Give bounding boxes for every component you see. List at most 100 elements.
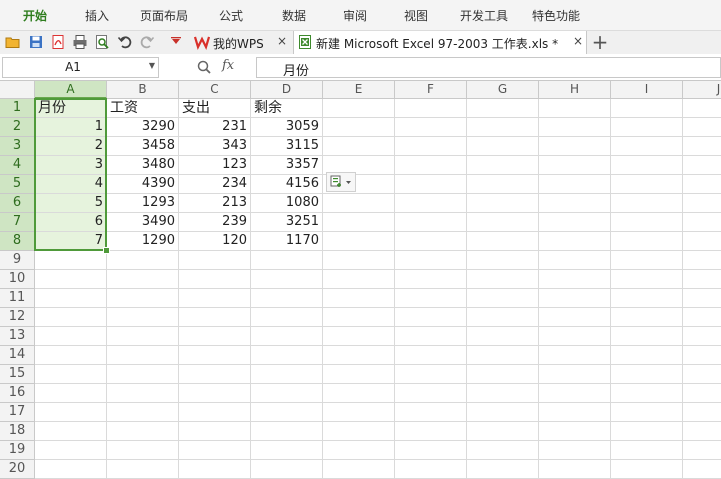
add-tab-button[interactable]: + xyxy=(590,31,610,54)
cell-i13[interactable] xyxy=(611,327,683,346)
cell-f16[interactable] xyxy=(395,384,467,403)
menu-home[interactable]: 开始 xyxy=(23,7,47,24)
cell-g12[interactable] xyxy=(467,308,539,327)
cell-i12[interactable] xyxy=(611,308,683,327)
row-header-2[interactable]: 2 xyxy=(0,118,35,137)
cell-d2[interactable]: 3059 xyxy=(251,118,323,137)
cell-e12[interactable] xyxy=(323,308,395,327)
cell-d18[interactable] xyxy=(251,422,323,441)
cell-i7[interactable] xyxy=(611,213,683,232)
cell-b15[interactable] xyxy=(107,365,179,384)
column-header-j[interactable]: J xyxy=(683,81,721,99)
cell-j4[interactable] xyxy=(683,156,721,175)
cell-g11[interactable] xyxy=(467,289,539,308)
cell-g9[interactable] xyxy=(467,251,539,270)
cell-f4[interactable] xyxy=(395,156,467,175)
row-header-13[interactable]: 13 xyxy=(0,327,35,346)
cell-d11[interactable] xyxy=(251,289,323,308)
menu-developer[interactable]: 开发工具 xyxy=(460,7,508,24)
cell-g8[interactable] xyxy=(467,232,539,251)
cell-h1[interactable] xyxy=(539,99,611,118)
cell-c19[interactable] xyxy=(179,441,251,460)
row-header-20[interactable]: 20 xyxy=(0,460,35,479)
cell-c12[interactable] xyxy=(179,308,251,327)
cell-e17[interactable] xyxy=(323,403,395,422)
row-header-7[interactable]: 7 xyxy=(0,213,35,232)
cell-g18[interactable] xyxy=(467,422,539,441)
cell-h4[interactable] xyxy=(539,156,611,175)
cell-a9[interactable] xyxy=(35,251,107,270)
cell-g2[interactable] xyxy=(467,118,539,137)
cell-f14[interactable] xyxy=(395,346,467,365)
cell-b11[interactable] xyxy=(107,289,179,308)
cell-b7[interactable]: 3490 xyxy=(107,213,179,232)
cell-a16[interactable] xyxy=(35,384,107,403)
cell-b16[interactable] xyxy=(107,384,179,403)
menu-formulas[interactable]: 公式 xyxy=(219,7,243,24)
cell-g17[interactable] xyxy=(467,403,539,422)
cell-h13[interactable] xyxy=(539,327,611,346)
cell-i18[interactable] xyxy=(611,422,683,441)
cell-g20[interactable] xyxy=(467,460,539,479)
cell-j5[interactable] xyxy=(683,175,721,194)
cell-b18[interactable] xyxy=(107,422,179,441)
row-header-6[interactable]: 6 xyxy=(0,194,35,213)
cell-b9[interactable] xyxy=(107,251,179,270)
cell-a17[interactable] xyxy=(35,403,107,422)
zoom-icon[interactable] xyxy=(197,60,211,74)
cell-b20[interactable] xyxy=(107,460,179,479)
cell-j16[interactable] xyxy=(683,384,721,403)
cell-e1[interactable] xyxy=(323,99,395,118)
cell-f9[interactable] xyxy=(395,251,467,270)
cell-j2[interactable] xyxy=(683,118,721,137)
cell-f6[interactable] xyxy=(395,194,467,213)
column-header-i[interactable]: I xyxy=(611,81,683,99)
column-header-f[interactable]: F xyxy=(395,81,467,99)
row-header-11[interactable]: 11 xyxy=(0,289,35,308)
row-header-1[interactable]: 1 xyxy=(0,99,35,118)
cell-j9[interactable] xyxy=(683,251,721,270)
cell-a1[interactable]: 月份 xyxy=(35,99,107,118)
cell-d16[interactable] xyxy=(251,384,323,403)
cell-c7[interactable]: 239 xyxy=(179,213,251,232)
cell-c4[interactable]: 123 xyxy=(179,156,251,175)
menu-view[interactable]: 视图 xyxy=(404,7,428,24)
cell-d8[interactable]: 1170 xyxy=(251,232,323,251)
row-header-4[interactable]: 4 xyxy=(0,156,35,175)
select-all-corner[interactable] xyxy=(0,81,35,99)
cell-j19[interactable] xyxy=(683,441,721,460)
cell-e18[interactable] xyxy=(323,422,395,441)
cell-h2[interactable] xyxy=(539,118,611,137)
menu-special-features[interactable]: 特色功能 xyxy=(532,7,580,24)
close-icon[interactable]: × xyxy=(277,34,287,48)
cell-g1[interactable] xyxy=(467,99,539,118)
row-header-15[interactable]: 15 xyxy=(0,365,35,384)
cell-b19[interactable] xyxy=(107,441,179,460)
cell-j10[interactable] xyxy=(683,270,721,289)
cell-a4[interactable]: 3 xyxy=(35,156,107,175)
cell-b2[interactable]: 3290 xyxy=(107,118,179,137)
cell-a15[interactable] xyxy=(35,365,107,384)
cell-d5[interactable]: 4156 xyxy=(251,175,323,194)
row-header-8[interactable]: 8 xyxy=(0,232,35,251)
cell-h3[interactable] xyxy=(539,137,611,156)
cell-b13[interactable] xyxy=(107,327,179,346)
cell-j13[interactable] xyxy=(683,327,721,346)
column-header-h[interactable]: H xyxy=(539,81,611,99)
cell-e13[interactable] xyxy=(323,327,395,346)
cell-h12[interactable] xyxy=(539,308,611,327)
column-header-a[interactable]: A xyxy=(35,81,107,99)
cell-f11[interactable] xyxy=(395,289,467,308)
cell-h6[interactable] xyxy=(539,194,611,213)
chevron-down-icon[interactable]: ▼ xyxy=(149,61,155,70)
column-header-g[interactable]: G xyxy=(467,81,539,99)
cell-j15[interactable] xyxy=(683,365,721,384)
cell-a2[interactable]: 1 xyxy=(35,118,107,137)
cell-a20[interactable] xyxy=(35,460,107,479)
column-header-d[interactable]: D xyxy=(251,81,323,99)
cell-h10[interactable] xyxy=(539,270,611,289)
cell-b17[interactable] xyxy=(107,403,179,422)
redo-icon[interactable] xyxy=(139,34,155,50)
cell-e16[interactable] xyxy=(323,384,395,403)
cell-g13[interactable] xyxy=(467,327,539,346)
